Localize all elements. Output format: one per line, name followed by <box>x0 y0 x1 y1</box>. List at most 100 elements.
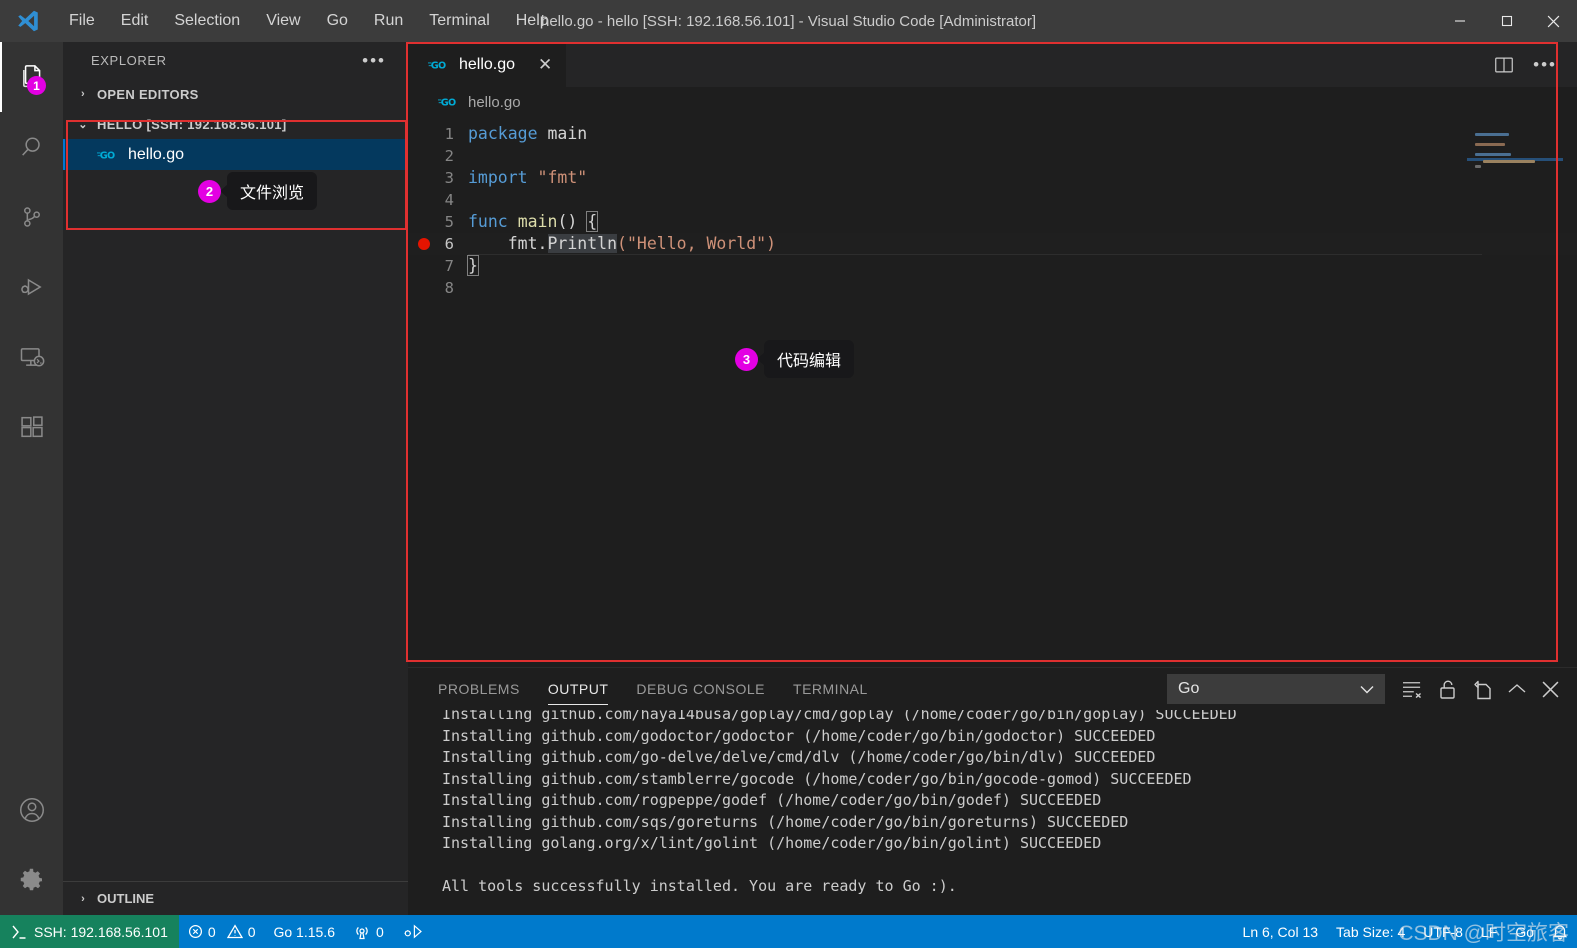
section-open-editors[interactable]: › OPEN EDITORS <box>63 79 408 109</box>
status-encoding[interactable]: UTF-8 <box>1414 915 1472 948</box>
cursor-position-label: Ln 6, Col 13 <box>1242 923 1319 940</box>
code-line: 1 package main <box>408 123 1577 145</box>
explorer-title-bar: EXPLORER ••• <box>63 42 408 79</box>
close-button[interactable] <box>1530 0 1577 42</box>
editor-tabs: GO hello.go ✕ ••• <box>408 42 1577 87</box>
line-content: import "fmt" <box>468 168 588 187</box>
eol-label: LF <box>1480 923 1498 940</box>
panel-tab-terminal[interactable]: TERMINAL <box>793 675 868 703</box>
line-number: 3 <box>444 169 454 187</box>
menu-edit[interactable]: Edit <box>108 8 162 34</box>
menu-bar[interactable]: File Edit Selection View Go Run Terminal… <box>56 8 562 34</box>
explorer-badge: 1 <box>27 76 46 95</box>
open-in-editor-icon[interactable] <box>1473 679 1492 700</box>
breadcrumb-item-file[interactable]: hello.go <box>468 94 521 111</box>
activitybar-item-explorer[interactable]: 1 <box>0 42 63 112</box>
output-channel-select[interactable]: Go <box>1167 674 1385 704</box>
activitybar-item-run-and-debug[interactable] <box>0 252 63 322</box>
minimap-line <box>1475 165 1481 168</box>
activitybar-item-search[interactable] <box>0 112 63 182</box>
menu-run[interactable]: Run <box>361 8 416 34</box>
tab-hello-go[interactable]: GO hello.go ✕ <box>408 42 567 87</box>
activitybar-item-remote-explorer[interactable] <box>0 322 63 392</box>
status-broadcast[interactable]: 0 <box>344 915 393 948</box>
go-file-icon: GO <box>428 58 450 72</box>
status-remote-indicator[interactable]: SSH: 192.168.56.101 <box>0 915 179 948</box>
menu-selection[interactable]: Selection <box>161 8 253 34</box>
open-editors-label: OPEN EDITORS <box>97 86 199 102</box>
minimize-button[interactable] <box>1436 0 1483 42</box>
panel-tab-output[interactable]: OUTPUT <box>547 675 609 705</box>
menu-view[interactable]: View <box>253 8 313 34</box>
section-workspace-hello[interactable]: ⌄ HELLO [SSH: 192.168.56.101] <box>63 109 408 139</box>
status-go-version[interactable]: Go 1.15.6 <box>264 915 344 948</box>
ellipsis-icon[interactable]: ••• <box>1533 55 1557 75</box>
code-line: 7 } <box>408 255 1577 277</box>
file-tree-item-hello-go[interactable]: GO hello.go <box>63 139 408 170</box>
minimap-line <box>1475 133 1509 136</box>
output-content[interactable]: Installing github.com/haya14busa/goplay/… <box>408 710 1577 915</box>
split-editor-icon[interactable] <box>1493 54 1515 76</box>
output-line-blank <box>442 855 1577 877</box>
panel-tab-debug-console[interactable]: DEBUG CONSOLE <box>636 675 765 703</box>
code-editor[interactable]: 1 package main 2 3 import "fmt" 4 5 func… <box>408 117 1577 667</box>
line-number: 4 <box>444 191 454 209</box>
output-line: Installing github.com/godoctor/godoctor … <box>442 726 1156 745</box>
output-line: All tools successfully installed. You ar… <box>442 877 957 895</box>
panel-actions: Go <box>1167 674 1577 704</box>
menu-go[interactable]: Go <box>314 8 361 34</box>
callout-code-editing: 3 代码编辑 <box>735 340 855 378</box>
status-tab-size[interactable]: Tab Size: 4 <box>1327 915 1414 948</box>
editor-group: GO hello.go ✕ ••• GO hello.go 1 package … <box>408 42 1577 915</box>
section-outline[interactable]: › OUTLINE <box>63 881 408 915</box>
breakpoint-icon[interactable] <box>418 238 430 250</box>
tab-close-icon[interactable]: ✕ <box>538 55 552 75</box>
editor-actions: ••• <box>1473 42 1577 87</box>
chevron-right-icon: › <box>81 892 85 905</box>
svg-text:GO: GO <box>441 97 456 108</box>
status-problems[interactable]: 0 0 <box>179 915 265 948</box>
breadcrumb[interactable]: GO hello.go <box>408 87 1577 117</box>
explorer-more-actions-icon[interactable]: ••• <box>362 51 386 71</box>
clear-output-icon[interactable] <box>1401 680 1423 698</box>
line-number: 8 <box>444 279 454 297</box>
status-eol[interactable]: LF <box>1472 915 1506 948</box>
code-line: 8 <box>408 277 1577 299</box>
close-panel-icon[interactable] <box>1542 681 1559 698</box>
status-right-group: Ln 6, Col 13 Tab Size: 4 UTF-8 LF Go <box>1234 915 1577 948</box>
language-mode-label: Go <box>1515 923 1534 940</box>
maximize-button[interactable] <box>1483 0 1530 42</box>
svg-text:GO: GO <box>100 150 115 161</box>
line-number: 5 <box>444 213 454 231</box>
output-line: Installing github.com/stamblerre/gocode … <box>442 769 1192 788</box>
status-notifications[interactable] <box>1543 915 1577 948</box>
status-go-tools[interactable] <box>393 915 432 948</box>
menu-terminal[interactable]: Terminal <box>416 8 502 34</box>
activitybar-item-source-control[interactable] <box>0 182 63 252</box>
callout-number: 3 <box>735 347 758 371</box>
status-language-mode[interactable]: Go <box>1506 915 1543 948</box>
callout-text: 代码编辑 <box>764 340 855 378</box>
title-bar: File Edit Selection View Go Run Terminal… <box>0 0 1577 42</box>
go-version-label: Go 1.15.6 <box>273 923 335 940</box>
activitybar-item-settings[interactable] <box>0 845 63 915</box>
callout-number: 2 <box>198 179 221 203</box>
panel-tab-problems[interactable]: PROBLEMS <box>438 675 520 703</box>
tab-size-label: Tab Size: 4 <box>1336 923 1406 940</box>
broadcast-count: 0 <box>375 923 384 940</box>
unlock-icon[interactable] <box>1439 679 1457 700</box>
outline-label: OUTLINE <box>97 891 155 906</box>
line-content: fmt.Println("Hello, World") <box>507 234 776 253</box>
code-line-current: 6 fmt.Println("Hello, World") <box>408 233 1577 255</box>
broadcast-icon <box>353 924 371 940</box>
code-line: 4 <box>408 189 1577 211</box>
menu-file[interactable]: File <box>56 8 108 34</box>
status-cursor-position[interactable]: Ln 6, Col 13 <box>1234 915 1328 948</box>
chevron-up-icon[interactable] <box>1508 683 1526 695</box>
menu-help[interactable]: Help <box>503 8 562 34</box>
minimap[interactable] <box>1467 117 1563 667</box>
activitybar-item-accounts[interactable] <box>0 775 63 845</box>
vscode-logo-icon <box>0 8 56 34</box>
line-number: 6 <box>444 235 454 253</box>
activitybar-item-extensions[interactable] <box>0 392 63 462</box>
